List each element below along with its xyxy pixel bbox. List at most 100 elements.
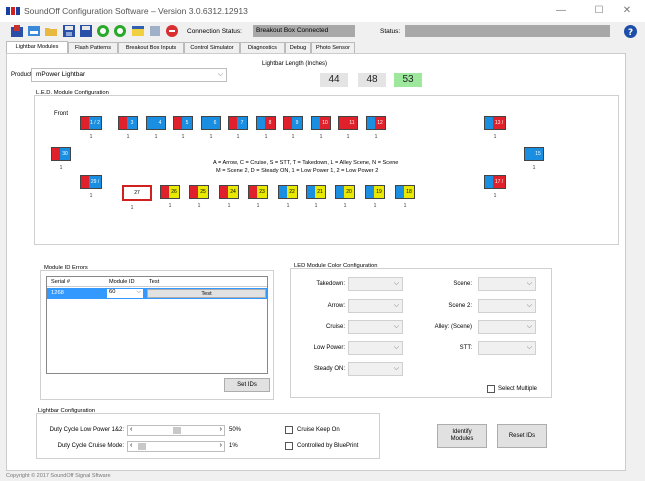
led-module[interactable]: 5 (173, 116, 193, 130)
select-multiple-label: Select Multiple (498, 386, 538, 392)
module-label: 22 (287, 186, 297, 198)
led-module[interactable]: 26 (160, 185, 180, 199)
tab-breakout-box-inputs[interactable]: Breakout Box Inputs (118, 42, 184, 53)
takedown-select[interactable]: ⌵ (348, 277, 403, 291)
scroll-right-icon[interactable]: › (220, 426, 222, 433)
led-module[interactable]: 20 (335, 185, 355, 199)
module-label: 1 / 2 (89, 117, 101, 129)
arrow-select[interactable]: ⌵ (348, 299, 403, 313)
lightbar-length-label: Lightbar Length (Inches) (262, 61, 328, 67)
module-color-a (525, 148, 533, 160)
scroll-right-icon[interactable]: › (220, 442, 222, 449)
led-module[interactable]: 4 (146, 116, 166, 130)
module-label: 29 / 28 (89, 176, 101, 188)
test-button[interactable]: Test (147, 289, 266, 298)
module-label: 8 (265, 117, 275, 129)
lightbar-icon[interactable] (27, 24, 41, 38)
led-module[interactable]: 29 / 28 (80, 175, 102, 189)
tab-control-simulator[interactable]: Control Simulator (184, 42, 240, 53)
cruise-keep-on-checkbox[interactable] (285, 426, 293, 434)
scroll-left-icon[interactable]: ‹ (130, 442, 132, 449)
product-select[interactable]: mPower Lightbar ⌵ (31, 68, 227, 82)
tab-diagnostics[interactable]: Diagnostics (240, 42, 285, 53)
stt-select[interactable]: ⌵ (478, 341, 536, 355)
duty-low-scrollbar[interactable]: ‹ › (127, 425, 225, 436)
module-power-index: 1 (493, 134, 497, 140)
module-power-index: 1 (374, 134, 378, 140)
module-label: 21 (315, 186, 325, 198)
module-color-a (485, 176, 493, 188)
module-color-a (485, 117, 493, 129)
led-module[interactable]: 7 (228, 116, 248, 130)
duty-cruise-value: 1% (229, 443, 238, 449)
save-as-icon[interactable] (79, 24, 93, 38)
led-module[interactable]: 12 (366, 116, 386, 130)
cruise-select[interactable]: ⌵ (348, 320, 403, 334)
led-module[interactable]: 1 / 2 (80, 116, 102, 130)
duty-low-thumb[interactable] (173, 427, 181, 434)
led-module[interactable]: 9 (283, 116, 303, 130)
reset-ids-button[interactable]: Reset IDs (497, 424, 547, 448)
select-multiple-checkbox[interactable] (487, 385, 495, 393)
led-module[interactable]: 18 (395, 185, 415, 199)
led-module[interactable]: 17 / 16 (484, 175, 506, 189)
identify-modules-button[interactable]: Identify Modules (437, 424, 487, 448)
module-color-a (190, 186, 198, 198)
module-color-a (366, 186, 374, 198)
app-logo-icon (6, 7, 20, 15)
led-module[interactable]: 10 (311, 116, 331, 130)
led-module[interactable]: 15 (524, 147, 544, 161)
folder-open-icon[interactable] (44, 24, 58, 38)
low-power-select[interactable]: ⌵ (348, 341, 403, 355)
help-icon[interactable]: ? (624, 25, 637, 38)
length-option-53[interactable]: 53 (394, 73, 422, 87)
led-module[interactable]: 13 / 14 (484, 116, 506, 130)
module-power-index: 1 (236, 134, 240, 140)
stop-icon[interactable] (165, 24, 179, 38)
duty-cruise-scrollbar[interactable]: ‹ › (127, 441, 225, 452)
green-circle-icon[interactable] (96, 24, 110, 38)
led-module[interactable]: 30 (51, 147, 71, 161)
led-module[interactable]: 22 (278, 185, 298, 199)
tab-flash-patterns[interactable]: Flash Patterns (68, 42, 118, 53)
col-module-id: Module ID (109, 279, 135, 285)
led-module[interactable]: 11 (338, 116, 358, 130)
duty-cruise-thumb[interactable] (137, 443, 146, 450)
module-errors-table[interactable]: Serial # Module ID Test 1268 60 ⌵ Test (46, 276, 268, 374)
close-button[interactable]: ✕ (612, 4, 642, 18)
tab-debug[interactable]: Debug (285, 42, 311, 53)
module-id-select[interactable]: 60 ⌵ (107, 289, 143, 298)
upload-icon[interactable] (10, 24, 24, 38)
takedown-label: Takedown: (316, 281, 345, 287)
minimize-button[interactable]: — (546, 4, 576, 18)
led-module[interactable]: 19 (365, 185, 385, 199)
steady-on-select[interactable]: ⌵ (348, 362, 403, 376)
module-power-index: 1 (126, 134, 130, 140)
led-module[interactable]: 6 (201, 116, 221, 130)
tab-lightbar-modules[interactable]: Lightbar Modules (6, 41, 68, 53)
green-circle-2-icon[interactable] (113, 24, 127, 38)
tab-photo-sensor[interactable]: Photo Sensor (311, 42, 355, 53)
led-module[interactable]: 21 (306, 185, 326, 199)
alley-scene-select[interactable]: ⌵ (478, 320, 536, 334)
gray-box-icon[interactable] (148, 24, 162, 38)
set-ids-button[interactable]: Set IDs (224, 378, 270, 392)
module-color-a (81, 176, 89, 188)
scroll-left-icon[interactable]: ‹ (130, 426, 132, 433)
led-module[interactable]: 23 (248, 185, 268, 199)
led-module[interactable]: 8 (256, 116, 276, 130)
led-module[interactable]: 3 (118, 116, 138, 130)
save-icon[interactable] (62, 24, 76, 38)
led-module[interactable]: 25 (189, 185, 209, 199)
length-option-44[interactable]: 44 (320, 73, 348, 87)
controlled-by-blueprint-checkbox[interactable] (285, 442, 293, 450)
scene-select[interactable]: ⌵ (478, 277, 536, 291)
maximize-button[interactable]: ☐ (584, 4, 614, 18)
length-option-48[interactable]: 48 (358, 73, 386, 87)
led-module[interactable]: 24 (219, 185, 239, 199)
note-icon[interactable] (131, 24, 145, 38)
scene-2-select[interactable]: ⌵ (478, 299, 536, 313)
table-row[interactable]: 1268 60 ⌵ Test (47, 288, 267, 299)
led-module[interactable]: 27 (122, 185, 152, 201)
low-power-label: Low Power: (313, 345, 345, 351)
